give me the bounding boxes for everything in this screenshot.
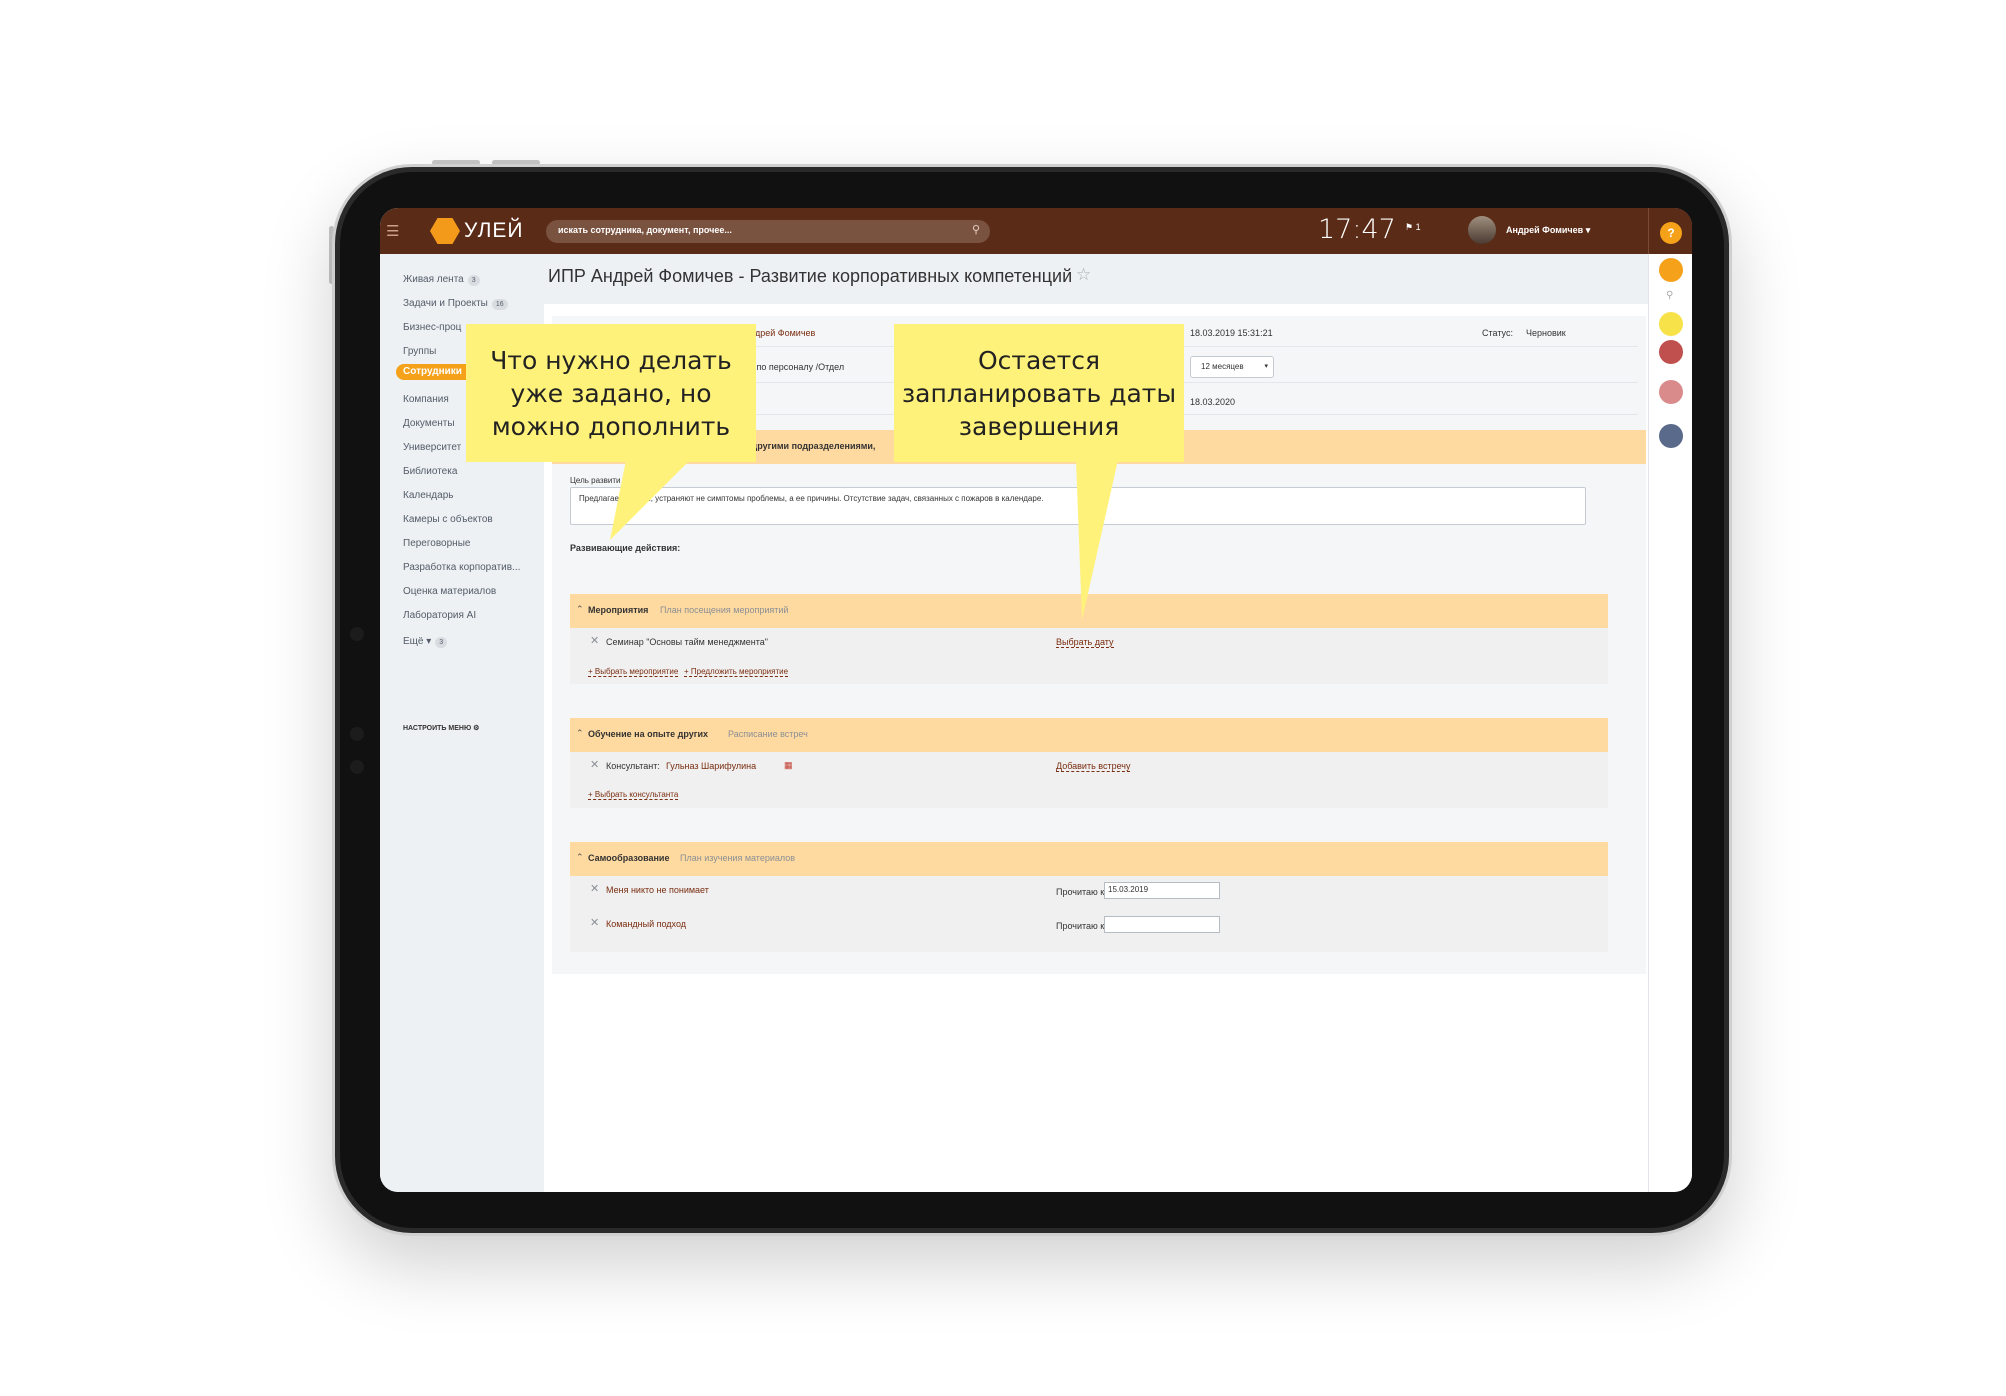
choose-date-link[interactable]: Выбрать дату (1056, 637, 1114, 648)
section-events-title: Мероприятия (588, 605, 649, 615)
sidebar-item-cameras[interactable]: Камеры с объектов (403, 514, 493, 525)
choose-consultant-link[interactable]: + Выбрать консультанта (588, 790, 679, 800)
read-by-label: Прочитаю к (1056, 887, 1105, 897)
position-text: ер по персоналу /Отдел (744, 362, 845, 372)
sidebar-settings-label: НАСТРОИТЬ МЕНЮ (403, 725, 472, 732)
material-item-1[interactable]: Меня никто не понимает (606, 885, 709, 895)
camera-dot-1 (350, 627, 364, 641)
read-date-input-1[interactable]: 15.03.2019 (1104, 882, 1220, 899)
user-avatar[interactable] (1468, 216, 1496, 244)
sidebar-item-company[interactable]: Компания (403, 394, 449, 405)
status-label: Статус: (1482, 328, 1513, 338)
section-learning-subtitle: Расписание встреч (728, 729, 808, 739)
callout-right: Остается запланировать даты завершения (894, 324, 1184, 462)
page-title: ИПР Андрей Фомичев - Развитие корпоратив… (548, 266, 1073, 286)
sidebar-item-calendar[interactable]: Календарь (403, 490, 453, 501)
period-select[interactable]: 12 месяцев ▾ (1190, 356, 1274, 378)
notifications-icon[interactable] (1659, 258, 1683, 282)
sidebar-item-documents[interactable]: Документы (403, 418, 455, 429)
status-value: Черновик (1526, 328, 1566, 338)
sidebar-item-tasks[interactable]: Задачи и Проекты 16 (403, 298, 508, 310)
remove-icon[interactable]: ✕ (590, 882, 599, 895)
remove-icon[interactable]: ✕ (590, 758, 599, 771)
end-date: 18.03.2020 (1190, 397, 1236, 407)
camera-dot-2 (350, 727, 364, 741)
chevron-up-icon[interactable]: ⌃ (576, 852, 584, 863)
sidebar-item-label: Задачи и Проекты (403, 298, 488, 309)
flag-counter[interactable]: ⚑ 1 (1405, 222, 1421, 233)
section-learning-title: Обучение на опыте других (588, 729, 709, 739)
section-events-subtitle: План посещения мероприятий (660, 605, 789, 615)
sidebar-item-library[interactable]: Библиотека (403, 466, 457, 477)
material-item-2[interactable]: Командный подход (606, 919, 686, 929)
sidebar-count: 16 (491, 299, 508, 310)
screen: ☰ УЛЕЙ искать сотрудника, документ, проч… (380, 208, 1692, 1192)
development-actions-label: Развивающие действия: (570, 543, 681, 553)
user-name[interactable]: Андрей Фомичев ▾ (1506, 225, 1590, 236)
callout-left: Что нужно делать уже задано, но можно до… (466, 324, 756, 462)
consultant-link[interactable]: Гульназ Шарифулина (666, 761, 756, 771)
section-self-title: Самообразование (588, 853, 670, 863)
warning-text: с другими подразделениями, (744, 441, 876, 451)
created-date: 18.03.2019 15:31:21 (1190, 328, 1273, 338)
chat-icon[interactable] (1659, 312, 1683, 336)
help-area: ? (1648, 208, 1692, 254)
sidebar-item-groups[interactable]: Группы (403, 346, 436, 357)
sidebar-item-development[interactable]: Разработка корпоратив... (403, 562, 520, 573)
search-icon[interactable]: ⚲ (1666, 290, 1673, 301)
sidebar-count: 3 (467, 275, 480, 286)
star-icon[interactable]: ☆ (1076, 265, 1091, 285)
sidebar-item-employees[interactable]: Сотрудники (403, 366, 462, 377)
help-button[interactable]: ? (1660, 222, 1682, 244)
sidebar-item-label: Ещё (403, 636, 424, 647)
search-icon[interactable]: ⚲ (972, 223, 980, 236)
sidebar-count: 3 (435, 637, 448, 648)
chevron-up-icon[interactable]: ⌃ (576, 604, 584, 615)
consultant-label: Консультант: (606, 761, 660, 771)
search-input[interactable]: искать сотрудника, документ, прочее... ⚲ (546, 220, 990, 243)
calendar-icon[interactable]: ▦ (784, 760, 793, 771)
sidebar-item-meeting-rooms[interactable]: Переговорные (403, 538, 470, 549)
chevron-down-icon: ▾ (1264, 363, 1268, 370)
read-date-input-2[interactable] (1104, 916, 1220, 933)
add-meeting-link[interactable]: Добавить встречу (1056, 761, 1131, 772)
chevron-up-icon[interactable]: ⌃ (576, 728, 584, 739)
logo-icon[interactable] (430, 218, 460, 244)
event-item: Семинар "Основы тайм менеджмента" (606, 637, 768, 647)
search-placeholder: искать сотрудника, документ, прочее... (558, 225, 732, 235)
sidebar-item-feed[interactable]: Живая лента 3 (403, 274, 480, 286)
section-learning-header[interactable] (570, 718, 1608, 752)
contact-avatar-1[interactable] (1659, 340, 1683, 364)
sidebar-item-university[interactable]: Университет (403, 442, 461, 453)
sidebar-settings[interactable]: НАСТРОИТЬ МЕНЮ ⚙ (403, 724, 479, 732)
suggest-event-link[interactable]: + Предложить мероприятие (684, 667, 789, 677)
sidebar-item-label: Живая лента (403, 274, 464, 285)
remove-icon[interactable]: ✕ (590, 634, 599, 647)
contact-avatar-3[interactable] (1659, 424, 1683, 448)
period-value: 12 месяцев (1201, 362, 1244, 371)
remove-icon[interactable]: ✕ (590, 916, 599, 929)
goal-label: Цель развити (570, 476, 621, 485)
camera-dot-3 (350, 760, 364, 774)
section-self-subtitle: План изучения материалов (680, 853, 796, 863)
top-bar: ☰ УЛЕЙ искать сотрудника, документ, проч… (380, 208, 1692, 254)
logo-text[interactable]: УЛЕЙ (464, 219, 524, 243)
sidebar-item-business[interactable]: Бизнес-проц (403, 322, 461, 333)
contact-avatar-2[interactable] (1659, 380, 1683, 404)
right-bar: ⚲ (1648, 254, 1692, 1192)
sidebar-item-ai-lab[interactable]: Лаборатория AI (403, 610, 476, 621)
sidebar-item-more[interactable]: Ещё ▾ 3 (403, 636, 448, 648)
user-name-label: Андрей Фомичев (1506, 225, 1584, 235)
gear-icon: ⚙ (473, 725, 480, 732)
menu-icon[interactable]: ☰ (386, 222, 399, 240)
sidebar-item-evaluation[interactable]: Оценка материалов (403, 586, 496, 597)
clock: 17:47 (1318, 214, 1396, 245)
read-by-label: Прочитаю к (1056, 921, 1105, 931)
choose-event-link[interactable]: + Выбрать мероприятие (588, 667, 679, 677)
